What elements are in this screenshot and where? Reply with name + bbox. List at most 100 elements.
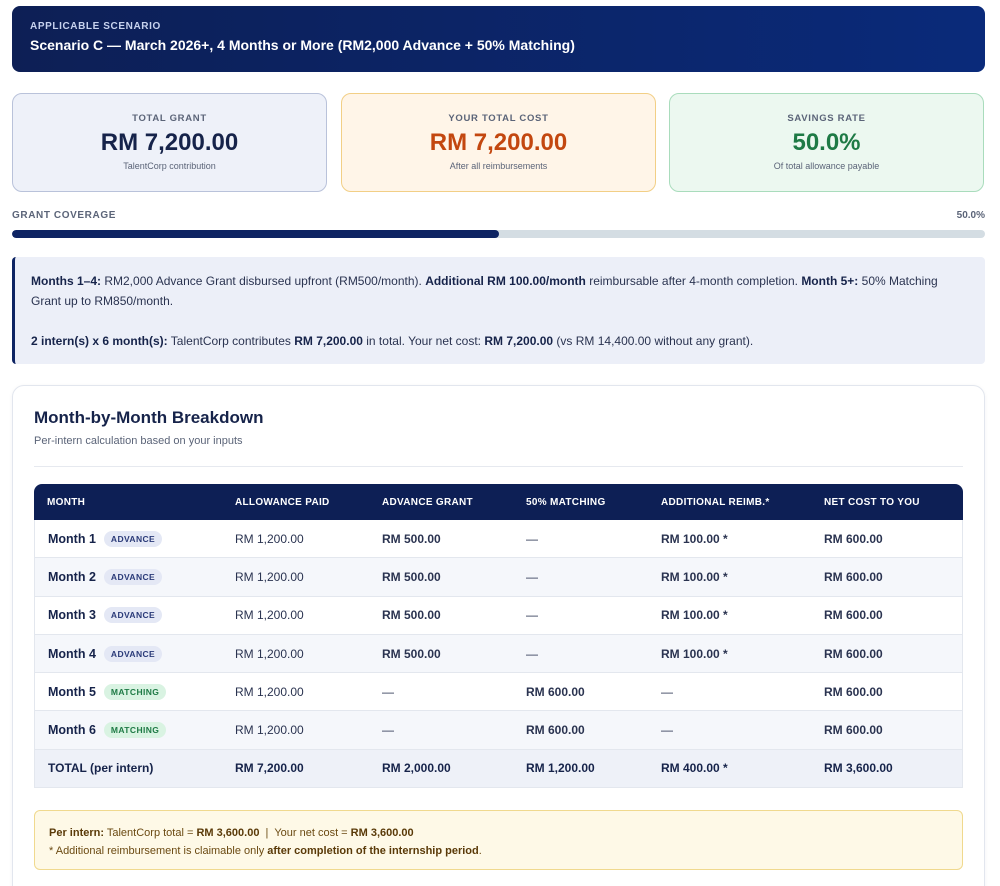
col-matching: 50% MATCHING bbox=[513, 484, 648, 520]
grant-coverage-fill bbox=[12, 230, 499, 238]
phase-badge: MATCHING bbox=[103, 722, 167, 739]
phase-badge: MATCHING bbox=[103, 683, 167, 700]
month-name: Month 6 bbox=[48, 723, 96, 738]
net-cell: RM 600.00 bbox=[811, 558, 963, 597]
month-name: Month 1 bbox=[48, 531, 96, 546]
total-cost-value: RM 7,200.00 bbox=[429, 129, 568, 156]
grant-info-line-2: 2 intern(s) x 6 month(s): TalentCorp con… bbox=[31, 331, 969, 351]
savings-rate-sub: Of total allowance payable bbox=[773, 161, 880, 171]
net-cell: RM 600.00 bbox=[811, 634, 963, 674]
phase-badge: ADVANCE bbox=[103, 530, 163, 547]
advance-cell: RM 500.00 bbox=[369, 634, 513, 674]
total-advance: RM 2,000.00 bbox=[369, 749, 513, 789]
month-cell: Month 5 MATCHING bbox=[34, 673, 222, 712]
total-grant-label: TOTAL GRANT bbox=[132, 113, 207, 124]
table-row: Month 3 ADVANCE RM 1,200.00 RM 500.00 — R… bbox=[34, 596, 963, 635]
table-row: Month 4 ADVANCE RM 1,200.00 RM 500.00 — R… bbox=[34, 634, 963, 674]
info-total-value: RM 7,200.00 bbox=[294, 334, 363, 348]
phase-badge: ADVANCE bbox=[103, 568, 163, 585]
col-month: MONTH bbox=[34, 484, 222, 520]
total-allowance: RM 7,200.00 bbox=[222, 749, 369, 789]
allowance-cell: RM 1,200.00 bbox=[222, 558, 369, 597]
matching-cell: RM 600.00 bbox=[513, 673, 648, 712]
total-reimb: RM 400.00 * bbox=[648, 749, 811, 789]
note-net-cost: RM 3,600.00 bbox=[350, 827, 414, 839]
per-intern-note: Per intern: TalentCorp total = RM 3,600.… bbox=[34, 810, 963, 870]
total-matching: RM 1,200.00 bbox=[513, 749, 648, 789]
total-grant-card: TOTAL GRANT RM 7,200.00 TalentCorp contr… bbox=[12, 93, 327, 192]
allowance-cell: RM 1,200.00 bbox=[222, 597, 369, 635]
advance-cell: RM 500.00 bbox=[369, 597, 513, 635]
grant-info-line-1: Months 1–4: RM2,000 Advance Grant disbur… bbox=[31, 271, 969, 311]
grant-info-box: Months 1–4: RM2,000 Advance Grant disbur… bbox=[12, 257, 985, 364]
info-net-value: RM 7,200.00 bbox=[484, 334, 554, 348]
breakdown-divider bbox=[34, 466, 963, 467]
net-cell: RM 600.00 bbox=[811, 520, 963, 559]
net-cell: RM 600.00 bbox=[811, 596, 963, 635]
matching-cell: — bbox=[513, 558, 648, 597]
reimb-cell: RM 100.00 * bbox=[648, 634, 811, 674]
savings-rate-label: SAVINGS RATE bbox=[787, 113, 866, 124]
total-net: RM 3,600.00 bbox=[811, 749, 963, 789]
month-cell: Month 6 MATCHING bbox=[34, 711, 222, 750]
month-name: Month 3 bbox=[48, 608, 96, 623]
reimb-cell: RM 100.00 * bbox=[648, 597, 811, 635]
scenario-title: Scenario C — March 2026+, 4 Months or Mo… bbox=[30, 37, 575, 53]
breakdown-subtitle: Per-intern calculation based on your inp… bbox=[34, 435, 243, 447]
info-months-label: Months 1–4: bbox=[31, 274, 102, 288]
reimb-cell: — bbox=[648, 673, 811, 712]
advance-cell: — bbox=[369, 673, 513, 712]
month-name: Month 5 bbox=[48, 684, 96, 699]
allowance-cell: RM 1,200.00 bbox=[222, 673, 369, 712]
total-grant-sub: TalentCorp contribution bbox=[123, 161, 216, 171]
table-row: Month 6 MATCHING RM 1,200.00 — RM 600.00 … bbox=[34, 711, 963, 750]
grant-coverage-label: GRANT COVERAGE bbox=[12, 210, 116, 221]
info-month5-label: Month 5+: bbox=[801, 274, 859, 288]
breakdown-panel: Month-by-Month Breakdown Per-intern calc… bbox=[12, 385, 985, 886]
info-text: reimbursable after 4-month completion. bbox=[585, 274, 802, 288]
note-emphasis: after completion of the internship perio… bbox=[267, 845, 479, 857]
reimb-cell: — bbox=[648, 711, 811, 750]
table-row: Month 2 ADVANCE RM 1,200.00 RM 500.00 — R… bbox=[34, 558, 963, 597]
month-cell: Month 4 ADVANCE bbox=[34, 634, 222, 674]
scenario-banner: APPLICABLE SCENARIO Scenario C — March 2… bbox=[12, 6, 985, 72]
allowance-cell: RM 1,200.00 bbox=[222, 520, 369, 559]
note-text: TalentCorp total = bbox=[104, 827, 197, 839]
info-text: RM2,000 Advance Grant disbursed upfront … bbox=[101, 274, 426, 288]
scenario-eyebrow: APPLICABLE SCENARIO bbox=[30, 21, 161, 32]
total-label: TOTAL (per intern) bbox=[34, 749, 222, 789]
month-cell: Month 3 ADVANCE bbox=[34, 596, 222, 635]
advance-cell: — bbox=[369, 711, 513, 750]
col-allowance: ALLOWANCE PAID bbox=[222, 484, 369, 520]
allowance-cell: RM 1,200.00 bbox=[222, 634, 369, 674]
table-row: Month 1 ADVANCE RM 1,200.00 RM 500.00 — R… bbox=[34, 520, 963, 559]
col-reimb: ADDITIONAL REIMB.* bbox=[648, 484, 811, 520]
net-cell: RM 600.00 bbox=[811, 673, 963, 712]
info-text: in total. Your net cost: bbox=[362, 334, 485, 348]
savings-rate-value: 50.0% bbox=[792, 129, 861, 156]
phase-badge: ADVANCE bbox=[103, 607, 163, 624]
breakdown-title: Month-by-Month Breakdown bbox=[34, 408, 264, 427]
grant-coverage-percent: 50.0% bbox=[956, 210, 985, 221]
total-row: TOTAL (per intern) RM 7,200.00 RM 2,000.… bbox=[34, 749, 963, 789]
reimb-cell: RM 100.00 * bbox=[648, 520, 811, 559]
note-per-intern-label: Per intern: bbox=[49, 827, 105, 839]
month-name: Month 4 bbox=[48, 646, 96, 661]
allowance-cell: RM 1,200.00 bbox=[222, 711, 369, 750]
month-cell: Month 2 ADVANCE bbox=[34, 558, 222, 597]
note-text: . bbox=[478, 845, 482, 857]
total-grant-value: RM 7,200.00 bbox=[100, 129, 239, 156]
total-cost-card: YOUR TOTAL COST RM 7,200.00 After all re… bbox=[341, 93, 656, 192]
info-additional-label: Additional RM 100.00/month bbox=[425, 274, 586, 288]
matching-cell: — bbox=[513, 520, 648, 559]
breakdown-table: MONTH ALLOWANCE PAID ADVANCE GRANT 50% M… bbox=[34, 484, 963, 789]
month-cell: Month 1 ADVANCE bbox=[34, 520, 222, 559]
info-text: (vs RM 14,400.00 without any grant). bbox=[553, 334, 754, 348]
grant-coverage-bar bbox=[12, 230, 985, 238]
matching-cell: — bbox=[513, 597, 648, 635]
advance-cell: RM 500.00 bbox=[369, 558, 513, 597]
col-advance: ADVANCE GRANT bbox=[369, 484, 513, 520]
total-cost-label: YOUR TOTAL COST bbox=[448, 113, 549, 124]
info-text: TalentCorp contributes bbox=[167, 334, 295, 348]
col-net: NET COST TO YOU bbox=[811, 484, 963, 520]
